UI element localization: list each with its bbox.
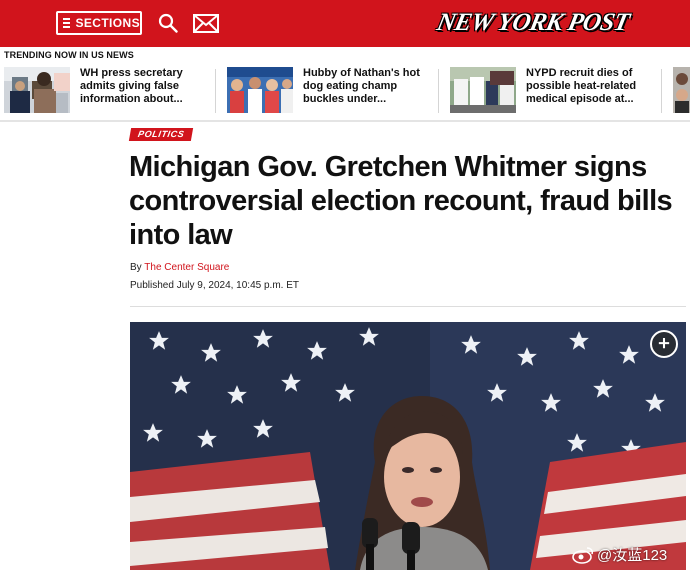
hamburger-icon	[63, 18, 71, 28]
search-icon[interactable]	[158, 13, 178, 33]
trending-bottom-border	[0, 120, 690, 122]
divider	[438, 69, 439, 113]
expand-image-icon[interactable]	[650, 330, 678, 358]
hero-image[interactable]	[130, 322, 686, 570]
weibo-icon	[572, 546, 594, 564]
byline-prefix: By	[130, 262, 142, 273]
trending-headline: WH press secretary admits giving false i…	[80, 67, 183, 105]
watermark-text: @汝蓝123	[597, 547, 668, 564]
trending-headline: Hubby of Nathan's hot dog eating champ b…	[303, 67, 420, 105]
divider	[130, 306, 686, 307]
trending-thumbnail	[450, 67, 516, 113]
trending-item[interactable]: WH press secretary admits giving false i…	[4, 67, 215, 115]
byline: By The Center Square	[130, 262, 229, 273]
trending-item[interactable]	[673, 67, 690, 115]
trending-thumbnail	[4, 67, 70, 113]
nypost-logo[interactable]: NEW YORK POST	[435, 6, 632, 40]
article-headline: Michigan Gov. Gretchen Whitmer signs con…	[129, 151, 673, 251]
published-date: Published July 9, 2024, 10:45 p.m. ET	[130, 280, 299, 291]
category-badge[interactable]: POLITICS	[128, 128, 194, 141]
author-link[interactable]: The Center Square	[144, 262, 229, 273]
divider	[661, 69, 662, 113]
watermark: @汝蓝123	[572, 544, 667, 565]
trending-thumbnail	[673, 67, 690, 113]
trending-item[interactable]: NYPD recruit dies of possible heat-relat…	[450, 67, 661, 115]
sections-label: SECTIONS	[75, 16, 140, 30]
sections-button[interactable]: SECTIONS	[56, 11, 142, 35]
logo-text: NEW YORK POST	[434, 9, 632, 36]
trending-label: TRENDING NOW IN US NEWS	[4, 50, 134, 60]
trending-headline: NYPD recruit dies of possible heat-relat…	[526, 67, 637, 105]
divider	[215, 69, 216, 113]
site-header: SECTIONS NEW YORK POST	[0, 0, 690, 47]
trending-item[interactable]: Hubby of Nathan's hot dog eating champ b…	[227, 67, 438, 115]
trending-thumbnail	[227, 67, 293, 113]
mail-icon[interactable]	[193, 14, 219, 33]
